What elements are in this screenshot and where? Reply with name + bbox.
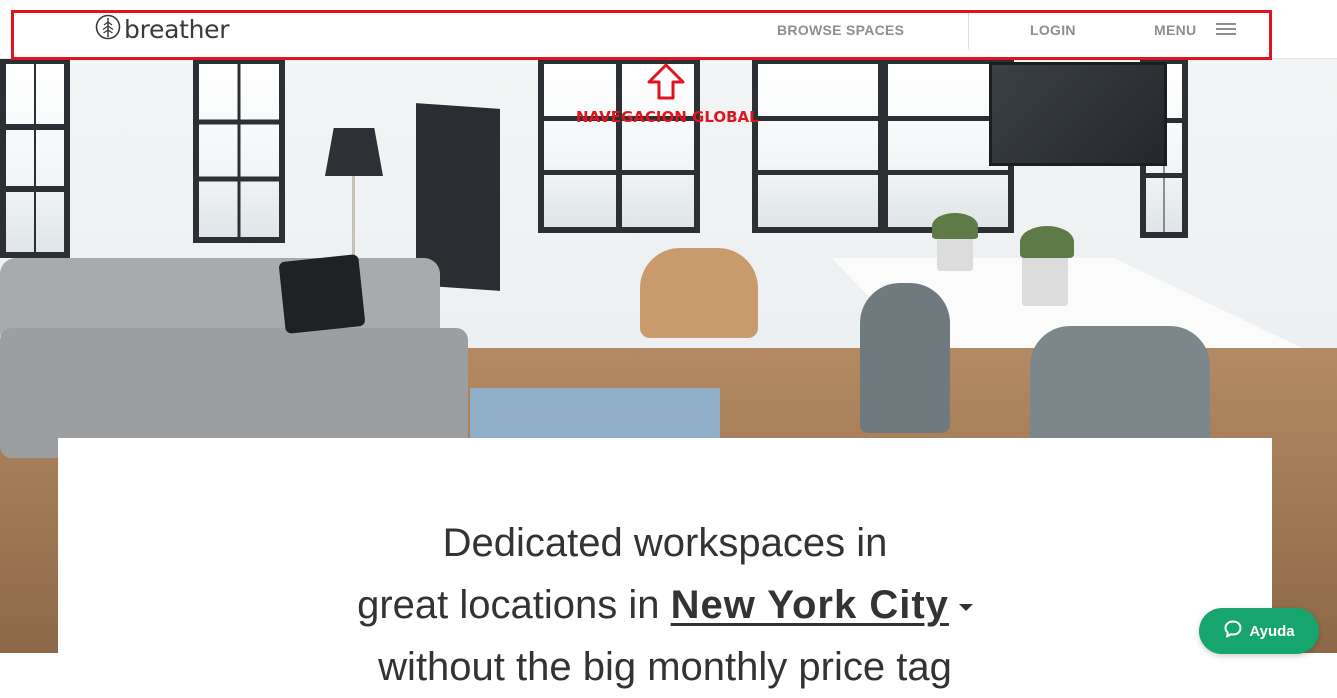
help-chat-button[interactable]: Ayuda xyxy=(1199,608,1319,654)
global-navigation-highlight-box xyxy=(11,10,1272,60)
annotation-label: NAVEGACION GLOBAL xyxy=(576,108,759,126)
up-arrow-icon xyxy=(646,63,686,106)
hero-content-card: Dedicated workspaces in great locations … xyxy=(58,438,1272,689)
headline-line-3: without the big monthly price tag xyxy=(378,645,952,689)
help-button-label: Ayuda xyxy=(1249,622,1295,640)
headline-line-2-prefix: great locations in xyxy=(357,583,660,627)
chevron-down-icon[interactable] xyxy=(958,603,973,611)
headline-line-1: Dedicated workspaces in xyxy=(442,521,888,565)
hero-headline: Dedicated workspaces in great locations … xyxy=(58,512,1272,698)
chat-bubble-icon xyxy=(1223,619,1243,643)
headline-line-2: great locations in New York City xyxy=(58,574,1272,636)
city-selector[interactable]: New York City xyxy=(671,583,949,627)
